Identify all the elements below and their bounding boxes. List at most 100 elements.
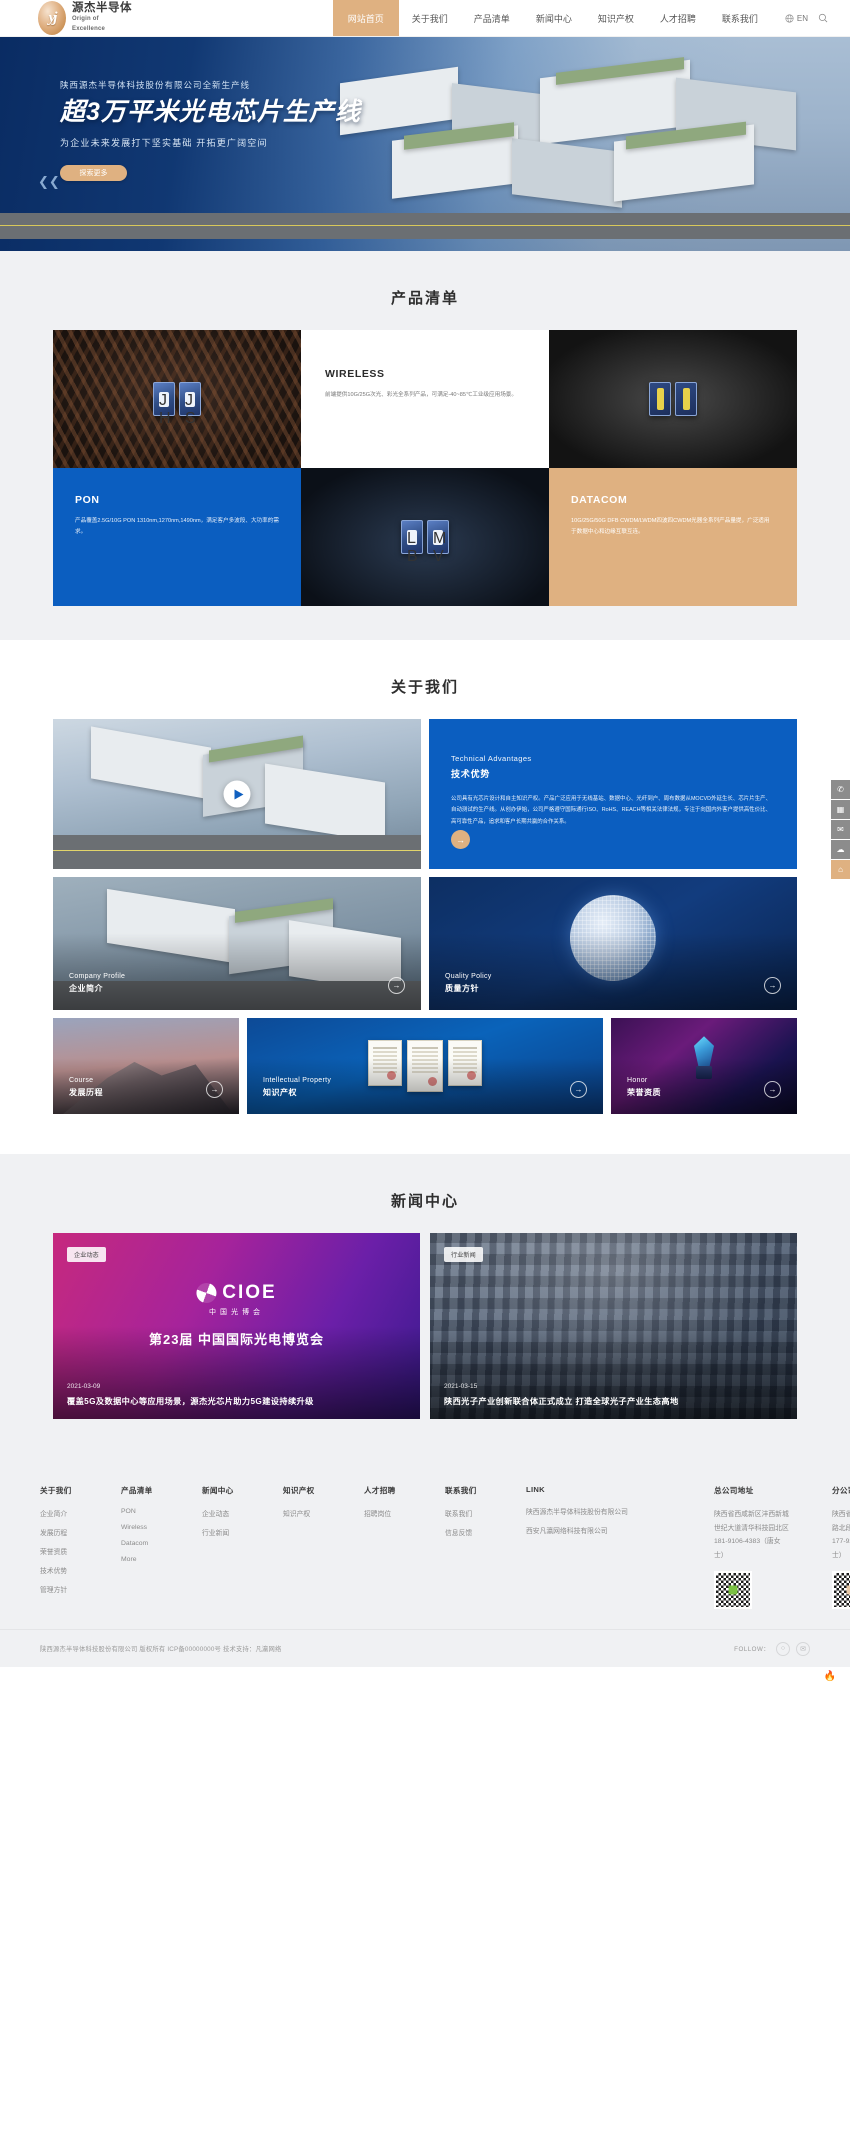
about-tile-honor[interactable]: Honor 荣誉资质 → (611, 1018, 797, 1114)
footer-link[interactable]: 行业新闻 (202, 1527, 260, 1537)
about-tile-company-profile[interactable]: Company Profile 企业简介 → (53, 877, 421, 1010)
chip-icon (675, 382, 697, 416)
play-icon[interactable] (223, 780, 251, 808)
product-card-image-3[interactable]: L B M V (301, 468, 549, 606)
product-card-image-1[interactable]: J H J S (53, 330, 301, 468)
about-tile-course[interactable]: Course 发展历程 → (53, 1018, 239, 1114)
footer-link[interactable]: Datacom (121, 1540, 179, 1547)
nav-item-news[interactable]: 新闻中心 (523, 0, 585, 36)
site-footer: 关于我们 企业简介 发展历程 荣誉资质 技术优势 管理方针 产品清单 PON W… (0, 1457, 850, 1630)
footer-address-line: 士） (714, 1551, 728, 1559)
nav-tools: EN (771, 0, 850, 36)
product-desc-datacom: 10G/25G/50G DFB CWDM/LWDM四波四CWDM光器全系列产品量… (571, 518, 770, 535)
news-card-1[interactable]: 企业动态 CIOE 中国光博会 第23届 中国国际光电博览会 2021-03-0… (53, 1233, 420, 1419)
hero-prev-button[interactable]: ❮❮ (38, 174, 60, 190)
footer-address-line: 路北段 (832, 1524, 850, 1532)
site-logo[interactable]: yj 源杰半导体 Origin of Excellence (0, 0, 132, 36)
language-label: EN (796, 13, 808, 23)
chip-illustration: L B M V (401, 520, 449, 565)
follow-group: FOLLOW： ○ ✉ (734, 1641, 810, 1656)
footer-link[interactable]: 发展历程 (40, 1527, 98, 1537)
cioe-headline: 第23届 中国国际光电博览会 (148, 1331, 325, 1347)
cioe-brand: CIOE (222, 1281, 277, 1303)
chip-icon: J H (153, 382, 175, 427)
product-title-datacom: DATACOM (571, 494, 628, 506)
news-section-title: 新闻中心 (390, 1193, 459, 1210)
footer-address-line: 世纪大道清华科技园北区 (714, 1524, 789, 1532)
footer-link[interactable]: 企业动态 (202, 1508, 260, 1518)
footer-col-heading: 人才招聘 (364, 1486, 396, 1495)
about-tech-panel: Technical Advantages 技术优势 公司具有光芯片设计和自主知识… (429, 719, 797, 869)
product-card-datacom[interactable]: DATACOM 10G/25G/50G DFB CWDM/LWDM四波四CWDM… (549, 468, 797, 606)
tile-cn-label: 企业简介 (69, 984, 103, 993)
chip-illustration (649, 382, 697, 416)
footer-link[interactable]: 信息反馈 (445, 1527, 503, 1537)
tile-en-label: Intellectual Property (263, 1077, 332, 1084)
nav-item-contact[interactable]: 联系我们 (709, 0, 771, 36)
arrow-right-icon[interactable]: → (764, 1081, 781, 1098)
hero-cta-button[interactable]: 探索更多 (60, 164, 127, 181)
side-wechat-button[interactable]: ☁ (831, 840, 850, 859)
weibo-icon[interactable]: ○ (776, 1641, 790, 1656)
nav-item-careers[interactable]: 人才招聘 (647, 0, 709, 36)
footer-link[interactable]: 企业简介 (40, 1508, 98, 1518)
tile-en-label: Quality Policy (445, 973, 492, 980)
tile-cn-label: 发展历程 (69, 1088, 103, 1097)
news-section: 新闻中心 企业动态 CIOE 中国光博会 第23届 中国国际光电博览会 2021… (0, 1154, 850, 1457)
product-card-pon[interactable]: PON 产品覆盖2.5G/10G PON 1310nm,1270nm,1490n… (53, 468, 301, 606)
footer-col-heading: 产品清单 (121, 1486, 153, 1495)
about-tile-quality-policy[interactable]: Quality Policy 质量方针 → (429, 877, 797, 1010)
footer-col-ip: 知识产权 知识产权 (283, 1485, 341, 1609)
side-phone-button[interactable]: ✆ (831, 780, 850, 799)
nav-item-products[interactable]: 产品清单 (461, 0, 523, 36)
footer-link[interactable]: 技术优势 (40, 1565, 98, 1575)
footer-link[interactable]: Wireless (121, 1524, 179, 1531)
side-mail-button[interactable]: ✉ (831, 820, 850, 839)
nav-item-home[interactable]: 网站首页 (332, 0, 399, 36)
arrow-right-icon[interactable]: → (570, 1081, 587, 1098)
about-tile-intellectual-property[interactable]: Intellectual Property 知识产权 → (247, 1018, 603, 1114)
footer-link[interactable]: 西安凡瀛网络科技有限公司 (526, 1525, 691, 1535)
hero-title: 超3万平米光电芯片生产线 (60, 98, 361, 126)
about-video-thumbnail[interactable] (53, 719, 421, 869)
products-section: 产品清单 J H J S WIRELESS 前端提供10G/25G次光、彩光全系… (0, 251, 850, 640)
side-back-to-top-button[interactable]: ⌂ (831, 860, 850, 879)
follow-label: FOLLOW： (734, 1646, 770, 1654)
footer-col-heading: 新闻中心 (202, 1486, 234, 1495)
site-header: yj 源杰半导体 Origin of Excellence 网站首页 关于我们 … (0, 0, 850, 37)
product-card-image-2[interactable] (549, 330, 797, 468)
wechat-icon[interactable]: ✉ (796, 1641, 810, 1656)
search-icon[interactable] (818, 13, 828, 23)
about-panel-cn-title: 技术优势 (451, 769, 491, 779)
footer-link[interactable]: 荣誉资质 (40, 1546, 98, 1556)
footer-link[interactable]: 陕西源杰半导体科技股份有限公司 (526, 1506, 691, 1516)
footer-link[interactable]: 知识产权 (283, 1508, 341, 1518)
footer-columns: 关于我们 企业简介 发展历程 荣誉资质 技术优势 管理方针 产品清单 PON W… (40, 1485, 850, 1610)
product-desc-pon: 产品覆盖2.5G/10G PON 1310nm,1270nm,1490nm，满足… (75, 518, 279, 535)
logo-text: 源杰半导体 Origin of Excellence (72, 2, 132, 34)
cioe-brand-sub: 中国光博会 (208, 1308, 264, 1316)
footer-address-hq: 总公司地址 陕西省西咸新区沣西新城 世纪大道清华科技园北区 181-9106-4… (714, 1485, 810, 1610)
cioe-artwork: CIOE 中国光博会 第23届 中国国际光电博览会 (149, 1282, 324, 1348)
arrow-right-icon[interactable]: → (388, 977, 405, 994)
language-switch[interactable]: EN (785, 14, 808, 23)
arrow-right-icon[interactable]: → (764, 977, 781, 994)
nav-item-ip[interactable]: 知识产权 (585, 0, 647, 36)
qr-code-icon (714, 1571, 752, 1610)
footer-col-heading: 联系我们 (445, 1486, 477, 1495)
about-more-button[interactable]: → (451, 830, 470, 849)
footer-link[interactable]: 管理方针 (40, 1584, 98, 1594)
nav-item-about[interactable]: 关于我们 (399, 0, 461, 36)
side-qrcode-button[interactable]: ▦ (831, 800, 850, 819)
footer-link[interactable]: PON (121, 1508, 179, 1515)
footer-link[interactable]: More (121, 1556, 179, 1563)
footer-link[interactable]: 招聘岗位 (364, 1508, 422, 1518)
footer-col-heading: 关于我们 (40, 1486, 72, 1495)
news-card-2[interactable]: 行业新闻 2021-03-15 陕西光子产业创新联合体正式成立 打造全球光子产业… (430, 1233, 797, 1419)
product-card-wireless[interactable]: WIRELESS 前端提供10G/25G次光、彩光全系列产品，可满足-40~85… (301, 330, 549, 468)
floating-side-toolbar: ✆ ▦ ✉ ☁ ⌂ (831, 780, 850, 880)
footer-col-about: 关于我们 企业简介 发展历程 荣誉资质 技术优势 管理方针 (40, 1485, 98, 1609)
footer-link[interactable]: 联系我们 (445, 1508, 503, 1518)
arrow-right-icon[interactable]: → (206, 1081, 223, 1098)
hero-content: 陕西源杰半导体科技股份有限公司全新生产线 超3万平米光电芯片生产线 为企业未来发… (0, 37, 850, 181)
